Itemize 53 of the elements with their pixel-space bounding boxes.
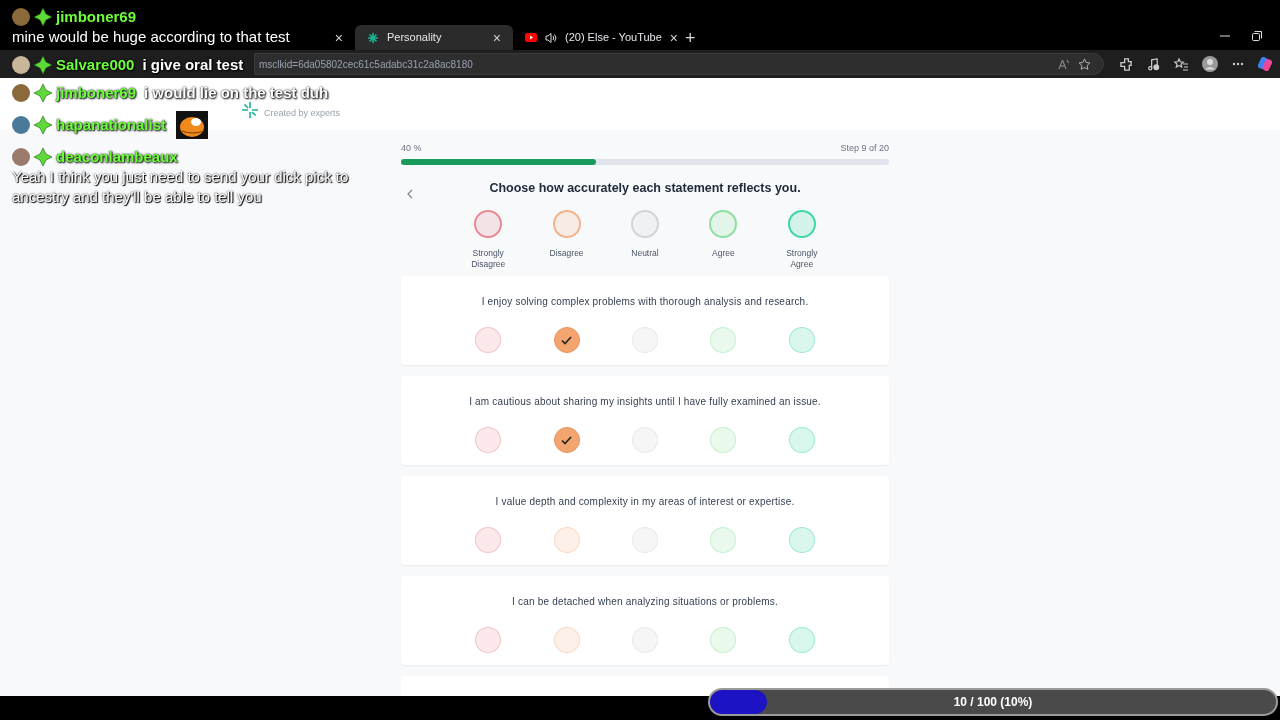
badge-icon [34,56,52,74]
chat-username[interactable]: Salvare000 [56,55,135,75]
step-label: Step 9 of 20 [840,142,889,155]
speaker-icon [545,31,557,44]
close-tab-button[interactable]: × [492,30,501,45]
badge-icon [34,8,52,26]
address-field[interactable]: msclkid=6da05802cec61c5adabc31c2a8ac8180 [254,53,1104,75]
statement-text: I value depth and complexity in my areas of interest or expertise. [495,495,795,510]
scale-label: Strongly Disagree [470,248,507,271]
tab-title: Personality [387,30,443,46]
chat-username[interactable]: jimboner69 [56,7,137,27]
logo-icon [240,100,260,120]
statement-text: I can be detached when analyzing situations or problems. [512,595,778,610]
question-heading: Choose how accurately each statement reflects you. [489,179,801,197]
burst-icon [367,31,379,44]
goal-label: 10 / 100 (10%) [953,694,1033,711]
check-icon [561,435,573,445]
avatar [12,116,30,134]
browser-tab[interactable]: Personality × [355,25,513,50]
statement-text: I am cautious about sharing my insights until I have fully examined an issue. [469,395,821,410]
chat-message: mine would be huge according to that test [12,27,290,47]
back-icon[interactable] [407,188,413,199]
close-tab-button[interactable]: × [669,30,678,45]
chat-message: Yeah I think you just need to send your dick pick to ancestry and they'll be able to tell you [12,167,350,207]
check-icon [561,335,573,345]
more-icon[interactable] [1232,62,1244,66]
new-tab-button[interactable]: + [685,28,696,47]
tab-title: (20) Else - YouTube [565,30,662,46]
scale-label: Disagree [548,248,585,260]
favorites-icon[interactable] [1174,57,1188,71]
badge-icon [34,116,52,134]
read-aloud-icon[interactable] [1058,58,1070,70]
answer-radio[interactable] [553,427,580,454]
scale-label: Strongly Agree [785,248,819,271]
progress-label: 40 % [401,142,422,155]
scale-label: Neutral [630,248,660,260]
tagline: Created by experts [264,107,341,121]
close-tab-button[interactable]: × [334,30,343,45]
restore-icon[interactable] [1252,31,1262,41]
media-icon[interactable] [1147,57,1160,71]
scale-label: Agree [711,248,736,260]
answer-radio[interactable] [553,327,580,354]
badge-icon [34,148,52,166]
video-icon [525,33,537,42]
assistant-icon[interactable] [1258,57,1272,71]
chat-message: i give oral test [142,55,244,75]
favorite-star-icon[interactable] [1078,57,1091,71]
chat-message: i would lie on the test duh [144,83,329,103]
badge-icon [34,84,52,102]
profile-icon[interactable] [1202,56,1218,72]
extensions-icon[interactable] [1120,57,1133,71]
statement-text: I enjoy solving complex problems with thorough analysis and research. [481,295,809,310]
avatar [12,148,30,166]
